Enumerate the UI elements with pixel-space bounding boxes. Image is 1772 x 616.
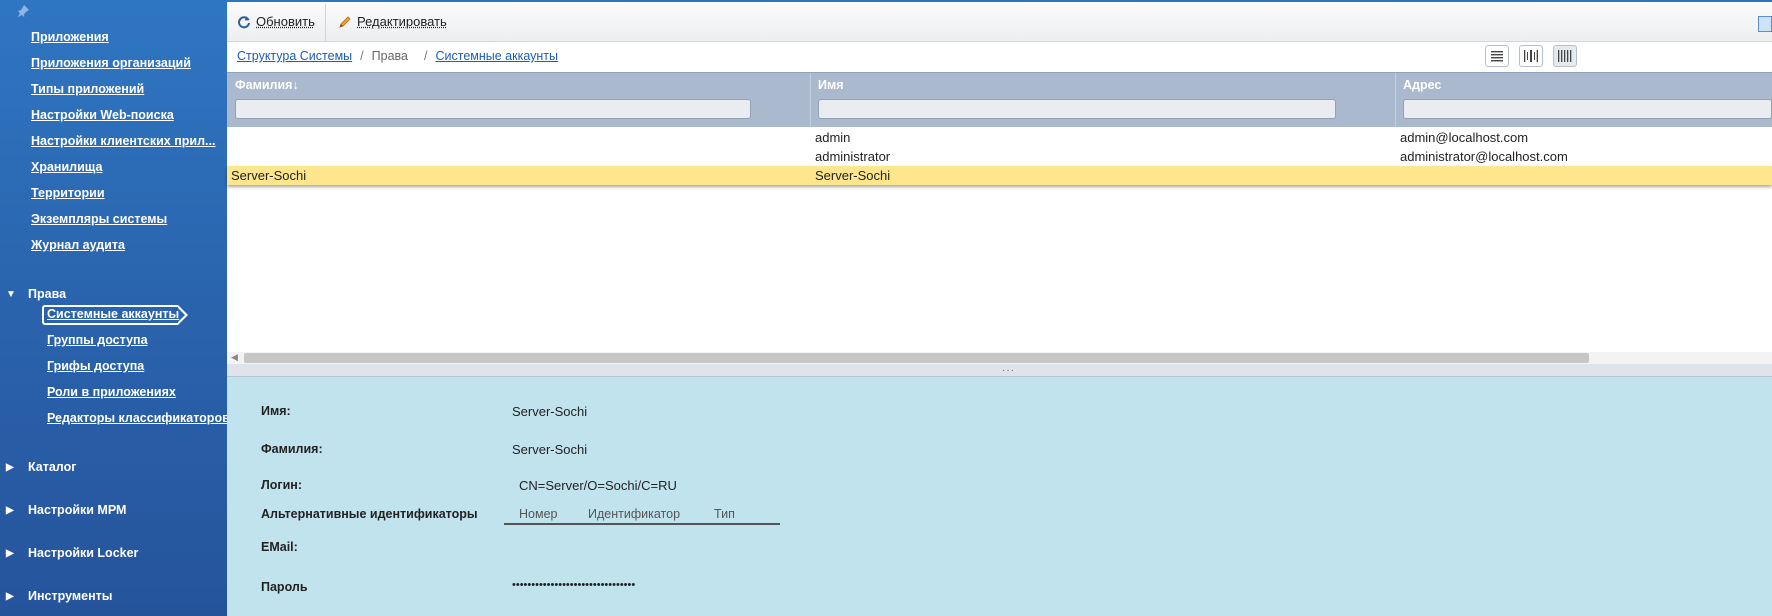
alt-ids-table-header: Номер Идентификатор Тип <box>504 507 780 525</box>
cell-address: admin@localhost.com <box>1400 130 1529 145</box>
sidebar-section-label: Каталог <box>28 460 77 474</box>
sidebar-section-tools[interactable]: ▶ Инструменты <box>6 589 112 603</box>
sidebar-item-system-instances[interactable]: Экземпляры системы <box>31 212 167 226</box>
sidebar-section-label: Права <box>28 287 67 301</box>
column-header-address[interactable]: Адрес <box>1395 73 1772 128</box>
sidebar-section-locker-settings[interactable]: ▶ Настройки Locker <box>6 546 138 560</box>
alt-ids-column-identifier: Идентификатор <box>588 507 681 521</box>
edit-button[interactable]: Редактировать <box>338 14 447 29</box>
name-value: Server-Sochi <box>512 404 588 419</box>
login-label: Логин: <box>261 478 303 492</box>
breadcrumb-middle: Права <box>371 49 408 63</box>
caret-right-icon: ▶ <box>6 590 14 602</box>
refresh-icon <box>238 15 250 28</box>
grip-icon: ··· <box>1002 365 1015 376</box>
panel-splitter[interactable]: ··· <box>227 364 1772 377</box>
horizontal-scrollbar[interactable]: ◀ <box>227 352 1772 364</box>
refresh-label: Обновить <box>256 14 315 29</box>
breadcrumb-root[interactable]: Структура Системы <box>237 49 352 63</box>
table-row-selected[interactable]: Server-Sochi Server-Sochi <box>227 166 1772 185</box>
alt-ids-label: Альтернативные идентификаторы <box>261 507 478 521</box>
surname-value: Server-Sochi <box>512 442 588 457</box>
scroll-left-icon[interactable]: ◀ <box>231 352 238 363</box>
pin-icon[interactable] <box>16 4 30 18</box>
sidebar-item-system-accounts[interactable]: Системные аккаунты <box>47 307 179 321</box>
sidebar-section-label: Инструменты <box>28 589 113 603</box>
name-label: Имя: <box>261 404 291 418</box>
sidebar-item-client-settings[interactable]: Настройки клиентских прил... <box>31 134 215 148</box>
list-view-button[interactable] <box>1485 45 1509 67</box>
sidebar-section-label: Настройки Locker <box>28 546 139 560</box>
breadcrumb-separator: / <box>423 49 428 63</box>
main-panel: Обновить Редактировать Структура Системы… <box>227 0 1772 616</box>
caret-down-icon: ▼ <box>6 288 16 300</box>
table-row[interactable]: administrator administrator@localhost.co… <box>227 147 1772 166</box>
column-view-button[interactable] <box>1553 45 1577 67</box>
sidebar-section-rights[interactable]: ▼ Права <box>6 287 66 301</box>
list-icon <box>1491 51 1503 62</box>
sidebar-item-applications[interactable]: Приложения <box>31 30 109 44</box>
grid-header: Фамилия↓ Имя Адрес <box>227 72 1772 128</box>
view-mode-switcher <box>1485 45 1577 67</box>
caret-right-icon: ▶ <box>6 461 14 473</box>
pencil-icon <box>339 15 351 28</box>
edit-label: Редактировать <box>357 14 447 29</box>
cell-surname: Server-Sochi <box>231 168 307 183</box>
alt-ids-column-type: Тип <box>714 507 735 521</box>
toolbar-divider <box>325 4 326 42</box>
sidebar-section-label: Настройки МРМ <box>28 503 127 517</box>
sidebar-item-access-groups[interactable]: Группы доступа <box>47 333 148 347</box>
breadcrumb-current[interactable]: Системные аккаунты <box>435 49 558 63</box>
breadcrumb-separator: / <box>360 49 364 63</box>
sidebar-section-mrm-settings[interactable]: ▶ Настройки МРМ <box>6 503 126 517</box>
sidebar-item-app-types[interactable]: Типы приложений <box>31 82 144 96</box>
cell-name: Server-Sochi <box>815 168 891 183</box>
login-value: CN=Server/O=Sochi/C=RU <box>519 478 677 493</box>
toolbar: Обновить Редактировать <box>227 0 1772 42</box>
sidebar-item-territories[interactable]: Территории <box>31 186 105 200</box>
alt-ids-column-number: Номер <box>519 507 558 521</box>
email-label: EMail: <box>261 540 298 554</box>
fullscreen-icon[interactable] <box>1758 16 1772 32</box>
surname-label: Фамилия: <box>261 442 323 456</box>
caret-right-icon: ▶ <box>6 547 14 559</box>
cell-address: administrator@localhost.com <box>1400 149 1568 164</box>
column-header-surname[interactable]: Фамилия↓ <box>227 73 809 128</box>
column-title: Адрес <box>1403 78 1442 92</box>
password-value: •••••••••••••••••••••••••••••••• <box>512 579 636 591</box>
name-filter-input[interactable] <box>818 99 1336 119</box>
sidebar-item-web-search[interactable]: Настройки Web-поиска <box>31 108 174 122</box>
sidebar-item-audit-log[interactable]: Журнал аудита <box>31 238 125 252</box>
refresh-button[interactable]: Обновить <box>237 14 315 29</box>
sidebar-item-app-roles[interactable]: Роли в приложениях <box>47 385 176 399</box>
detail-panel: Имя: Server-Sochi Фамилия: Server-Sochi … <box>227 377 1772 616</box>
table-row[interactable]: admin admin@localhost.com <box>227 128 1772 147</box>
grid-body: admin admin@localhost.com administrator … <box>227 127 1772 353</box>
cell-name: admin <box>815 130 851 145</box>
address-filter-input[interactable] <box>1403 99 1772 119</box>
sidebar-item-access-labels[interactable]: Грифы доступа <box>47 359 144 373</box>
column-title: Фамилия↓ <box>235 78 299 92</box>
sidebar: Приложения Приложения организаций Типы п… <box>0 0 227 616</box>
scrollbar-thumb[interactable] <box>244 353 1589 363</box>
caret-right-icon: ▶ <box>6 504 14 516</box>
surname-filter-input[interactable] <box>235 99 751 119</box>
breadcrumb: Структура Системы / Права / Системные аккаун… <box>237 49 558 65</box>
sidebar-item-org-applications[interactable]: Приложения организаций <box>31 56 191 70</box>
sidebar-section-catalog[interactable]: ▶ Каталог <box>6 460 76 474</box>
sidebar-item-classifier-editors[interactable]: Редакторы классификаторов <box>47 411 227 425</box>
column-header-name[interactable]: Имя <box>810 73 1394 128</box>
split-view-icon <box>1524 50 1538 62</box>
columns-icon <box>1558 50 1572 62</box>
column-title: Имя <box>818 78 844 92</box>
split-view-button[interactable] <box>1519 45 1543 67</box>
cell-name: administrator <box>815 149 891 164</box>
sidebar-item-storages[interactable]: Хранилища <box>31 160 102 174</box>
password-label: Пароль <box>261 580 308 594</box>
